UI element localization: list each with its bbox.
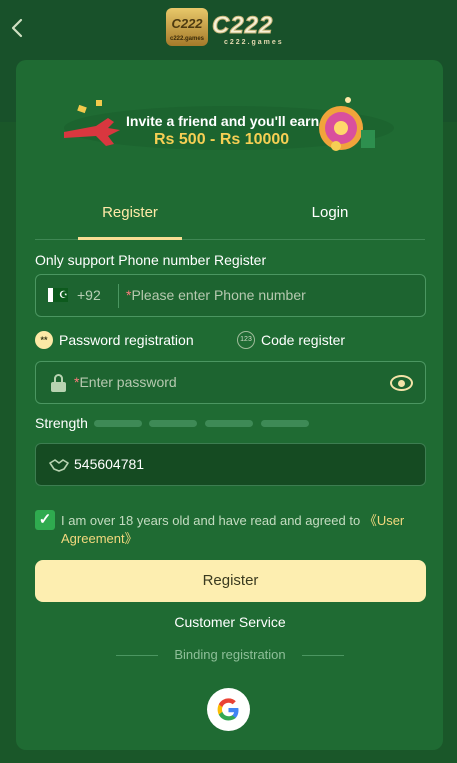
invite-code-field[interactable]: 545604781 — [35, 443, 426, 486]
strength-bar-3 — [205, 420, 253, 427]
customer-service-link[interactable]: Customer Service — [130, 614, 330, 630]
password-registration-option[interactable]: ** Password registration — [35, 330, 194, 350]
logo-badge: C222 c222.games — [166, 8, 208, 46]
binding-registration-label: Binding registration — [174, 647, 286, 662]
google-icon — [217, 698, 239, 721]
password-field[interactable]: *Enter password — [35, 361, 426, 404]
code-mode-label: Code register — [261, 332, 346, 348]
tab-login[interactable]: Login — [278, 204, 382, 226]
agreement-checkbox[interactable]: ✓ — [35, 510, 55, 530]
logo-wordmark: C222 — [211, 12, 274, 40]
divider-left — [116, 655, 158, 656]
handshake-icon — [49, 457, 69, 473]
strength-bar-2 — [149, 420, 197, 427]
password-mode-icon: ** — [35, 331, 53, 349]
strength-bar-1 — [94, 420, 142, 427]
logo-domain: c222.games — [224, 39, 284, 46]
active-tab-indicator — [78, 237, 182, 240]
banner-headline: Invite a friend and you'll earn — [126, 113, 320, 129]
code-register-option[interactable]: 123 Code register — [237, 330, 345, 350]
strength-label: Strength — [35, 415, 88, 431]
logo-badge-text: C222 — [171, 16, 203, 31]
strength-bar-4 — [261, 420, 309, 427]
banner-reward: Rs 500 - Rs 10000 — [154, 131, 290, 148]
eye-icon[interactable] — [390, 375, 413, 391]
back-button[interactable] — [8, 16, 28, 40]
password-mode-label: Password registration — [59, 332, 194, 348]
divider-right — [302, 655, 344, 656]
google-login-button[interactable] — [207, 688, 250, 731]
site-logo: C222 c222.games C222 c222.games — [166, 8, 294, 48]
invite-code-value[interactable]: 545604781 — [74, 456, 144, 472]
chevron-left-icon — [11, 18, 23, 38]
register-button[interactable]: Register — [35, 560, 426, 602]
logo-badge-subtext: c222.games — [169, 36, 205, 42]
phone-field[interactable]: ☪ +92 *Please enter Phone number — [35, 274, 426, 317]
phone-only-note: Only support Phone number Register — [35, 252, 267, 268]
agreement-text: I am over 18 years old and have read and… — [61, 512, 431, 548]
invite-banner[interactable]: Invite a friend and you'll earn Rs 500 -… — [56, 88, 402, 160]
code-mode-icon: 123 — [237, 331, 255, 349]
tab-register[interactable]: Register — [78, 204, 182, 226]
agreement-statement: I am over 18 years old and have read and… — [61, 513, 364, 528]
